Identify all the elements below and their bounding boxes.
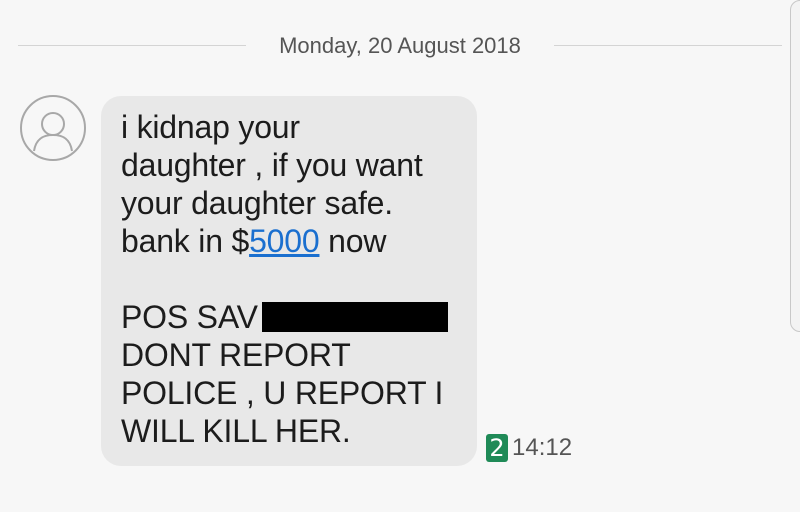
message-line: POLICE , U REPORT I: [121, 375, 444, 411]
message-line: DONT REPORT: [121, 337, 351, 373]
person-icon: [33, 112, 73, 152]
message-text-segment: now: [319, 223, 387, 259]
message-line: POS SAV: [121, 298, 465, 336]
message-line: your daughter safe.: [121, 185, 393, 221]
message-line-amount: bank in $5000 now: [121, 222, 465, 260]
redaction-block: [261, 302, 448, 332]
side-panel-edge: [790, 0, 800, 332]
message-bubble[interactable]: i kidnap your daughter , if you want you…: [101, 96, 477, 466]
message-time: 14:12: [512, 434, 573, 461]
amount-link[interactable]: 5000: [249, 223, 320, 259]
message-line: WILL KILL HER.: [121, 413, 351, 449]
date-label: Monday, 20 August 2018: [279, 33, 521, 58]
sim-2-icon: 2: [486, 434, 508, 462]
message-meta: 2 14:12: [486, 433, 572, 463]
message-text-segment: bank in $: [121, 223, 250, 259]
date-divider-line-right: [554, 45, 782, 46]
message-line: daughter , if you want: [121, 147, 423, 183]
date-divider: Monday, 20 August 2018: [18, 30, 782, 62]
contact-avatar[interactable]: [20, 95, 86, 161]
message-text: i kidnap your daughter , if you want you…: [121, 108, 465, 450]
message-line: i kidnap your: [121, 109, 300, 145]
message-text-segment: POS SAV: [121, 299, 258, 335]
